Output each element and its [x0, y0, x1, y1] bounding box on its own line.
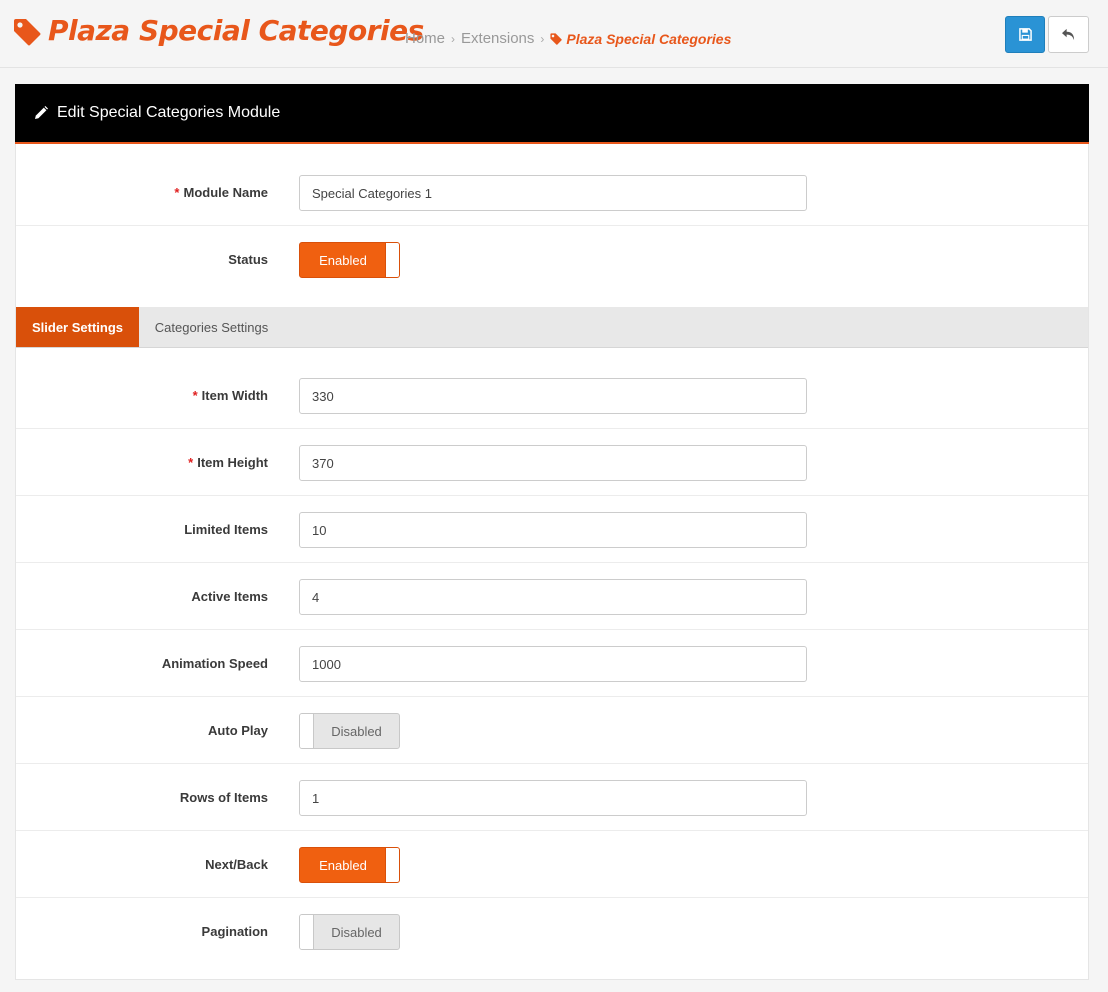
page-title: Plaza Special Categories: [48, 14, 424, 47]
status-label: Status: [228, 226, 268, 293]
module-name-label-text: Module Name: [183, 184, 268, 200]
chevron-right-icon: ›: [451, 31, 456, 46]
breadcrumb: Home › Extensions › Plaza Special Catego…: [405, 30, 731, 47]
form-row-auto-play: Auto Play Disabled: [16, 697, 1088, 764]
active-items-input[interactable]: [299, 579, 807, 615]
tab-categories-settings[interactable]: Categories Settings: [139, 307, 284, 347]
chevron-right-icon: ›: [540, 31, 545, 46]
active-items-label: Active Items: [191, 588, 268, 604]
form-row-status: Status Enabled: [16, 226, 1088, 293]
limited-items-input[interactable]: [299, 512, 807, 548]
form-row-active-items: Active Items: [16, 563, 1088, 630]
animation-speed-label: Animation Speed: [161, 655, 268, 671]
form-row-limited-items: Limited Items: [16, 496, 1088, 563]
breadcrumb-home[interactable]: Home: [405, 30, 445, 47]
pagination-toggle-label: Disabled: [331, 924, 382, 940]
toggle-knob: [300, 915, 314, 949]
tab-slider-settings[interactable]: Slider Settings: [16, 307, 139, 347]
status-toggle[interactable]: Enabled: [299, 242, 400, 278]
form-row-animation-speed: Animation Speed: [16, 630, 1088, 697]
item-width-label: * Item Width: [193, 362, 268, 428]
save-icon: [1018, 28, 1032, 41]
panel-heading: Edit Special Categories Module: [15, 84, 1089, 144]
edit-module-panel: Edit Special Categories Module * Module …: [15, 84, 1089, 980]
rows-of-items-label: Rows of Items: [179, 789, 268, 805]
tag-icon: [14, 19, 41, 46]
animation-speed-input[interactable]: [299, 646, 807, 682]
back-button[interactable]: [1048, 16, 1089, 53]
limited-items-label: Limited Items: [184, 521, 268, 537]
pagination-toggle[interactable]: Disabled: [299, 914, 400, 950]
form-row-pagination: Pagination Disabled: [16, 898, 1088, 965]
item-width-label-text: Item Width: [201, 387, 268, 403]
form-row-item-height: * Item Height: [16, 429, 1088, 496]
next-back-label: Next/Back: [205, 856, 268, 872]
save-button[interactable]: [1005, 16, 1045, 53]
form-row-next-back: Next/Back Enabled: [16, 831, 1088, 898]
item-height-label: * Item Height: [188, 429, 268, 495]
tag-icon: [550, 32, 563, 45]
settings-tabs: Slider Settings Categories Settings: [16, 307, 1088, 348]
panel-heading-title: Edit Special Categories Module: [57, 104, 281, 121]
toggle-knob: [385, 848, 399, 882]
pagination-label: Pagination: [201, 924, 268, 939]
toggle-knob: [385, 243, 399, 277]
required-marker: *: [174, 184, 180, 200]
toggle-knob: [300, 714, 314, 748]
module-name-input[interactable]: [299, 175, 807, 211]
reply-icon: [1062, 28, 1075, 41]
form-row-rows-of-items: Rows of Items: [16, 764, 1088, 831]
status-label-text: Status: [228, 252, 268, 267]
auto-play-toggle-label: Disabled: [331, 723, 382, 739]
status-toggle-label: Enabled: [319, 252, 367, 268]
form-row-item-width: * Item Width: [16, 362, 1088, 429]
breadcrumb-current-label: Plaza Special Categories: [566, 30, 732, 47]
rows-of-items-input[interactable]: [299, 780, 807, 816]
pencil-icon: [35, 106, 48, 119]
required-marker: *: [192, 387, 198, 403]
required-marker: *: [188, 454, 194, 470]
breadcrumb-extensions[interactable]: Extensions: [461, 30, 534, 47]
auto-play-label: Auto Play: [208, 722, 268, 738]
page-header: Plaza Special Categories Home › Extensio…: [0, 0, 1108, 68]
next-back-toggle-label: Enabled: [319, 857, 367, 873]
item-height-label-text: Item Height: [197, 454, 268, 470]
next-back-toggle[interactable]: Enabled: [299, 847, 400, 883]
module-name-label: * Module Name: [174, 159, 268, 225]
item-height-input[interactable]: [299, 445, 807, 481]
auto-play-toggle[interactable]: Disabled: [299, 713, 400, 749]
item-width-input[interactable]: [299, 378, 807, 414]
breadcrumb-current[interactable]: Plaza Special Categories: [550, 31, 731, 47]
form-row-module-name: * Module Name: [16, 159, 1088, 226]
